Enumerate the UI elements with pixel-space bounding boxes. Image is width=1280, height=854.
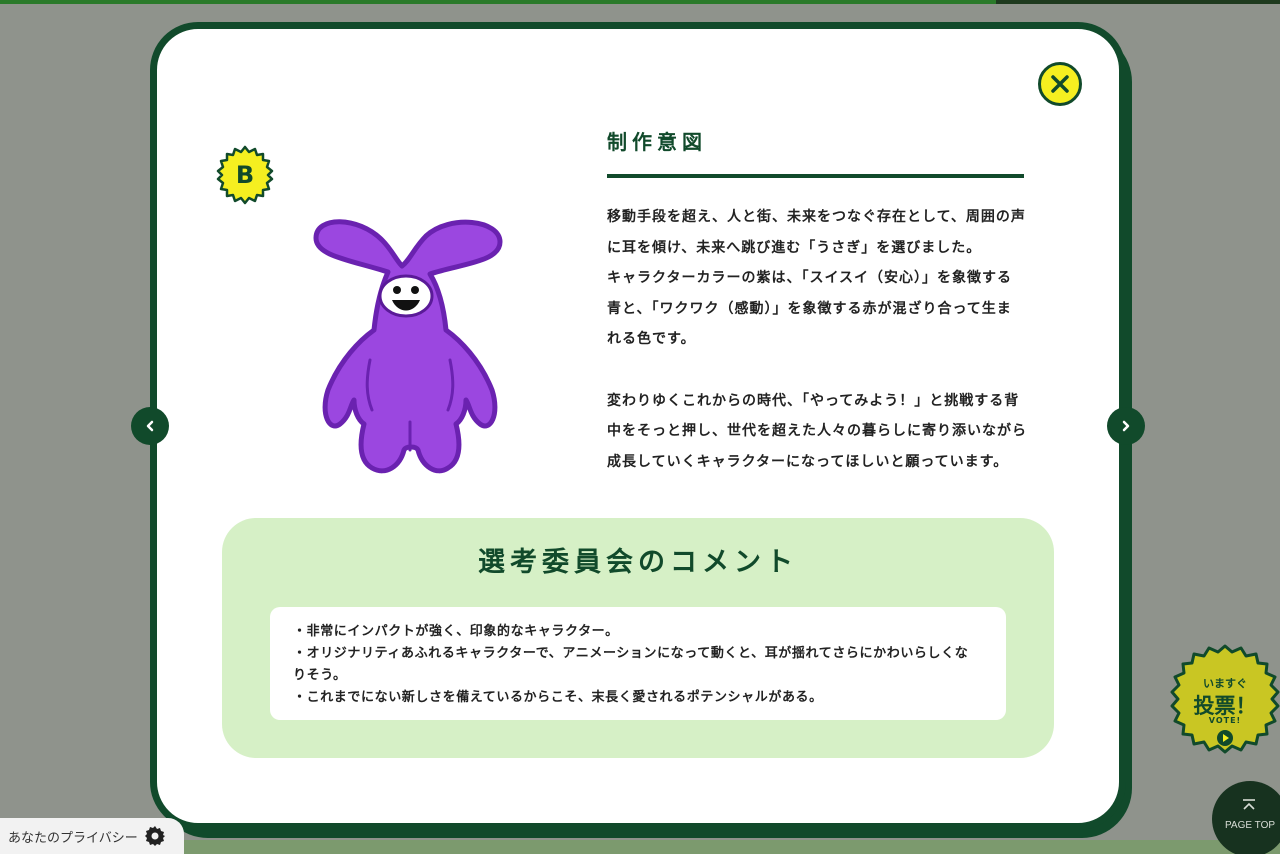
page-top-label: PAGE TOP <box>1225 820 1276 831</box>
committee-comment-panel: 選考委員会のコメント ・非常にインパクトが強く、印象的なキャラクター。 ・オリジ… <box>222 518 1054 758</box>
intent-heading: 制作意図 <box>607 130 707 154</box>
intent-divider <box>607 174 1024 178</box>
bottom-strip <box>0 840 1280 854</box>
vote-small-label: いますぐ <box>1203 677 1247 690</box>
chevron-right-icon <box>1122 420 1130 432</box>
page-top-button[interactable]: PAGE TOP <box>1212 781 1280 854</box>
arrow-up-icon <box>1243 799 1255 810</box>
prev-character-button[interactable] <box>131 407 169 445</box>
comment-item: ・これまでにない新しさを備えているからこそ、末長く愛されるポテンシャルがある。 <box>293 690 823 705</box>
gear-icon <box>144 826 165 846</box>
vote-now-button[interactable]: いますぐ 投票！ VOTE! <box>1166 642 1280 762</box>
comment-box: ・非常にインパクトが強く、印象的なキャラクター。 ・オリジナリティあふれるキャラ… <box>270 607 1006 720</box>
committee-heading: 選考委員会のコメント <box>478 547 798 578</box>
play-icon <box>1217 730 1233 746</box>
comment-item: ・オリジナリティあふれるキャラクターで、アニメーションになって動くと、耳が揺れて… <box>293 646 969 683</box>
close-icon <box>1051 75 1069 93</box>
badge-letter: B <box>235 161 255 189</box>
intent-text: 移動手段を超え、人と街、未来をつなぐ存在として、周囲の声 に耳を傾け、未来へ跳び… <box>607 202 1027 477</box>
purple-rabbit-mascot <box>313 219 503 474</box>
privacy-label: あなたのプライバシー <box>8 830 138 846</box>
vote-en-label: VOTE! <box>1208 716 1242 725</box>
privacy-settings-button[interactable]: あなたのプライバシー <box>0 818 184 854</box>
intent-paragraph-2: 変わりゆくこれからの時代、「やってみよう！」と挑戦する背 中をそっと押し、世代を… <box>607 392 1027 470</box>
next-character-button[interactable] <box>1107 407 1145 445</box>
intent-paragraph-1: 移動手段を超え、人と街、未来をつなぐ存在として、周囲の声 に耳を傾け、未来へ跳び… <box>607 209 1026 348</box>
comment-item: ・非常にインパクトが強く、印象的なキャラクター。 <box>293 624 619 639</box>
top-progress-strip <box>0 0 1280 4</box>
close-button[interactable] <box>1038 62 1082 106</box>
chevron-left-icon <box>146 420 154 432</box>
entry-badge: B <box>214 144 276 206</box>
